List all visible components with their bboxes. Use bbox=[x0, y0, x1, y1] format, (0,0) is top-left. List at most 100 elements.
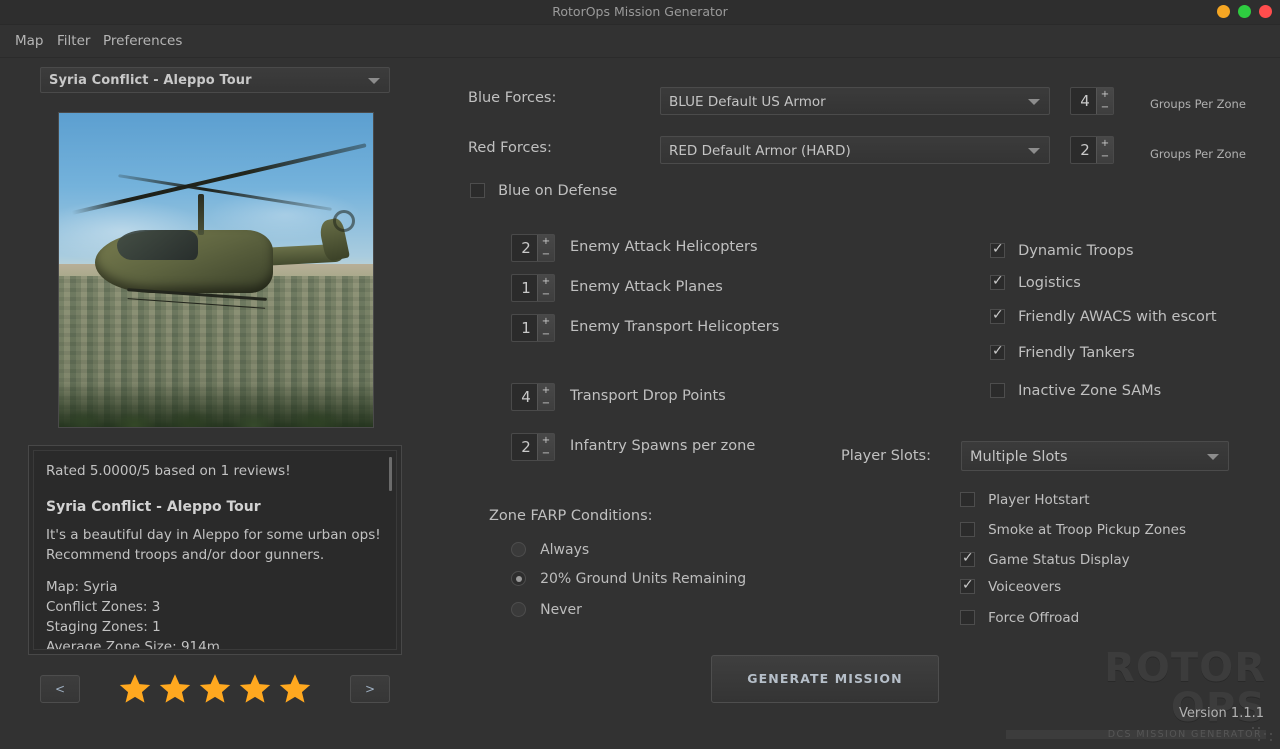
transport-drop-points-label: Transport Drop Points bbox=[570, 388, 726, 404]
blue-forces-dropdown[interactable]: BLUE Default US Armor bbox=[660, 87, 1050, 115]
app-window: RotorOps Mission Generator Map Filter Pr… bbox=[0, 0, 1280, 749]
mission-select-dropdown[interactable]: Syria Conflict - Aleppo Tour bbox=[40, 67, 390, 93]
star-icon[interactable] bbox=[278, 672, 312, 706]
checkbox-box-icon bbox=[960, 522, 975, 537]
radio-button-selected-icon bbox=[511, 571, 526, 586]
meta-map: Map: Syria bbox=[46, 577, 382, 597]
star-icon[interactable] bbox=[118, 672, 152, 706]
radio-label: 20% Ground Units Remaining bbox=[540, 571, 746, 587]
mission-description-panel: Rated 5.0000/5 based on 1 reviews! Syria… bbox=[28, 445, 402, 655]
minimize-button[interactable] bbox=[1217, 5, 1230, 18]
star-icon[interactable] bbox=[198, 672, 232, 706]
rating-stars[interactable] bbox=[118, 672, 318, 706]
enemy-attack-planes-label: Enemy Attack Planes bbox=[570, 279, 723, 295]
checkbox-inactive-zone-sams[interactable]: Inactive Zone SAMs bbox=[990, 380, 1161, 399]
star-icon[interactable] bbox=[158, 672, 192, 706]
mission-description-scroll[interactable]: Rated 5.0000/5 based on 1 reviews! Syria… bbox=[33, 450, 397, 650]
title-bar: RotorOps Mission Generator bbox=[0, 0, 1280, 25]
spinner-down-icon[interactable]: − bbox=[538, 447, 554, 460]
red-groups-value: 2 bbox=[1071, 137, 1099, 163]
checkbox-label: Force Offroad bbox=[988, 610, 1079, 626]
spinner-up-icon[interactable]: + bbox=[538, 315, 554, 328]
menu-item-filter[interactable]: Filter bbox=[52, 25, 95, 57]
checkbox-blue-on-defense[interactable]: Blue on Defense bbox=[470, 180, 617, 199]
spinner-up-icon[interactable]: + bbox=[538, 434, 554, 447]
checkbox-check-icon bbox=[990, 345, 1005, 360]
spinner-value: 1 bbox=[512, 315, 540, 341]
star-icon[interactable] bbox=[238, 672, 272, 706]
spinner-up-icon[interactable]: + bbox=[538, 275, 554, 288]
spinner-down-icon[interactable]: − bbox=[538, 248, 554, 261]
checkbox-dynamic-troops[interactable]: Dynamic Troops bbox=[990, 240, 1134, 259]
logo-bar: DCS MISSION GENERATOR bbox=[1006, 730, 1266, 739]
generate-mission-button[interactable]: GENERATE MISSION bbox=[711, 655, 939, 703]
checkbox-friendly-awacs-with-escort[interactable]: Friendly AWACS with escort bbox=[990, 306, 1217, 325]
chevron-down-icon bbox=[368, 78, 380, 84]
menu-bar: Map Filter Preferences bbox=[0, 25, 1280, 58]
corner-dots-decoration bbox=[1250, 725, 1276, 747]
red-forces-label: Red Forces: bbox=[468, 140, 552, 156]
window-title: RotorOps Mission Generator bbox=[0, 0, 1280, 24]
red-forces-value: RED Default Armor (HARD) bbox=[669, 137, 851, 165]
helicopter-icon bbox=[84, 188, 354, 326]
blue-groups-spinner[interactable]: 4 + − bbox=[1070, 87, 1114, 115]
next-mission-button[interactable]: > bbox=[350, 675, 390, 703]
checkbox-logistics[interactable]: Logistics bbox=[990, 272, 1081, 291]
enemy-attack-planes-spinner[interactable]: 1 +− bbox=[511, 274, 555, 302]
red-groups-spinner[interactable]: 2 + − bbox=[1070, 136, 1114, 164]
checkbox-smoke-at-troop-pickup-zones[interactable]: Smoke at Troop Pickup Zones bbox=[960, 519, 1186, 538]
player-slots-dropdown[interactable]: Multiple Slots bbox=[961, 441, 1229, 471]
spinner-down-icon[interactable]: − bbox=[1097, 150, 1113, 163]
menu-item-preferences[interactable]: Preferences bbox=[98, 25, 187, 57]
spinner-up-icon[interactable]: + bbox=[1097, 88, 1113, 101]
checkbox-force-offroad[interactable]: Force Offroad bbox=[960, 607, 1079, 626]
radio-button-icon bbox=[511, 602, 526, 617]
red-forces-dropdown[interactable]: RED Default Armor (HARD) bbox=[660, 136, 1050, 164]
checkbox-box-icon bbox=[470, 183, 485, 198]
checkbox-label: Game Status Display bbox=[988, 552, 1130, 568]
description-scrollbar-thumb[interactable] bbox=[389, 457, 392, 491]
maximize-button[interactable] bbox=[1238, 5, 1251, 18]
checkbox-label: Blue on Defense bbox=[498, 183, 617, 199]
checkbox-game-status-display[interactable]: Game Status Display bbox=[960, 549, 1130, 568]
infantry-spawns-spinner[interactable]: 2 +− bbox=[511, 433, 555, 461]
checkbox-check-icon bbox=[990, 275, 1005, 290]
chevron-down-icon bbox=[1207, 454, 1219, 460]
meta-zone-size: Average Zone Size: 914m bbox=[46, 637, 382, 650]
spinner-down-icon[interactable]: − bbox=[538, 288, 554, 301]
red-groups-suffix: Groups Per Zone bbox=[1150, 147, 1246, 161]
player-slots-value: Multiple Slots bbox=[970, 442, 1068, 472]
zone-farp-conditions-title: Zone FARP Conditions: bbox=[489, 508, 653, 524]
spinner-down-icon[interactable]: − bbox=[1097, 101, 1113, 114]
radio-label: Never bbox=[540, 602, 582, 618]
menu-item-map[interactable]: Map bbox=[10, 25, 49, 57]
checkbox-label: Inactive Zone SAMs bbox=[1018, 383, 1161, 399]
checkbox-friendly-tankers[interactable]: Friendly Tankers bbox=[990, 342, 1135, 361]
description-title: Syria Conflict - Aleppo Tour bbox=[46, 497, 382, 517]
spinner-up-icon[interactable]: + bbox=[1097, 137, 1113, 150]
checkbox-voiceovers[interactable]: Voiceovers bbox=[960, 576, 1061, 595]
transport-drop-points-spinner[interactable]: 4 +− bbox=[511, 383, 555, 411]
radio-20-percent-ground-units-remaining[interactable]: 20% Ground Units Remaining bbox=[511, 568, 746, 587]
checkbox-label: Friendly AWACS with escort bbox=[1018, 309, 1216, 325]
checkbox-label: Player Hotstart bbox=[988, 492, 1089, 508]
enemy-transport-helicopters-label: Enemy Transport Helicopters bbox=[570, 319, 779, 335]
spinner-up-icon[interactable]: + bbox=[538, 384, 554, 397]
checkbox-label: Dynamic Troops bbox=[1018, 243, 1133, 259]
app-logo: ROTOR OPS DCS MISSION GENERATOR bbox=[1006, 648, 1266, 708]
enemy-attack-helicopters-spinner[interactable]: 2 +− bbox=[511, 234, 555, 262]
spinner-up-icon[interactable]: + bbox=[538, 235, 554, 248]
radio-never[interactable]: Never bbox=[511, 599, 582, 618]
spinner-value: 4 bbox=[512, 384, 540, 410]
radio-always[interactable]: Always bbox=[511, 539, 589, 558]
previous-mission-button[interactable]: < bbox=[40, 675, 80, 703]
spinner-buttons: + − bbox=[1096, 137, 1113, 163]
spinner-down-icon[interactable]: − bbox=[538, 397, 554, 410]
checkbox-box-icon bbox=[960, 492, 975, 507]
enemy-transport-helicopters-spinner[interactable]: 1 +− bbox=[511, 314, 555, 342]
meta-staging-zones: Staging Zones: 1 bbox=[46, 617, 382, 637]
description-line-2: Recommend troops and/or door gunners. bbox=[46, 545, 382, 565]
checkbox-player-hotstart[interactable]: Player Hotstart bbox=[960, 489, 1090, 508]
spinner-down-icon[interactable]: − bbox=[538, 328, 554, 341]
close-button[interactable] bbox=[1259, 5, 1272, 18]
